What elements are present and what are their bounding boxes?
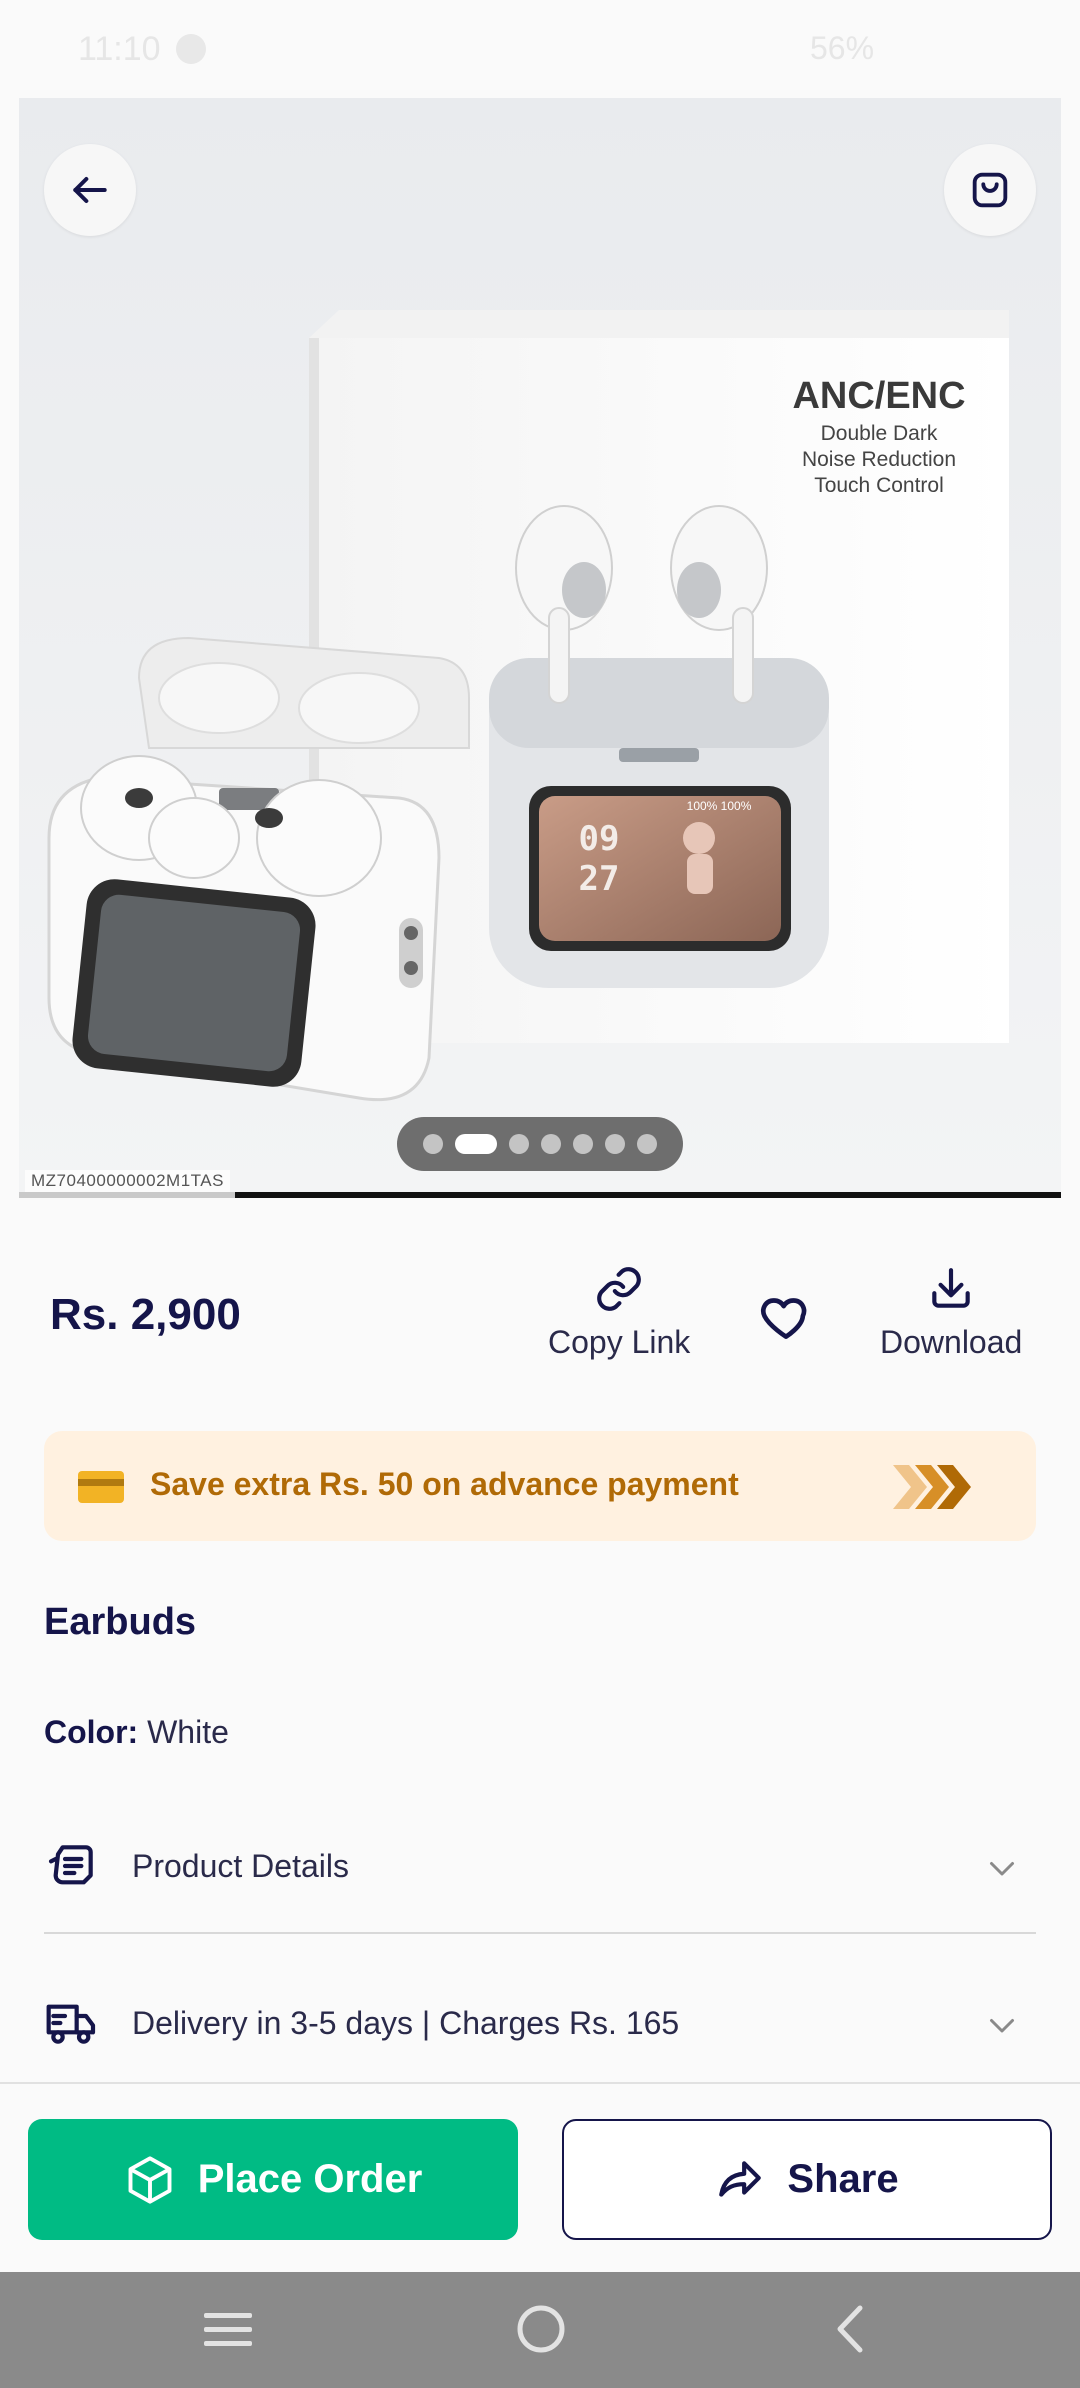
color-info: Color: White: [44, 1714, 229, 1751]
back-button[interactable]: [44, 144, 136, 236]
copy-link-label: Copy Link: [548, 1324, 691, 1360]
carousel-dot[interactable]: [573, 1134, 593, 1154]
advance-payment-text: Save extra Rs. 50 on advance payment: [150, 1466, 739, 1502]
box-line-3: Touch Control: [814, 474, 944, 497]
wishlist-button[interactable]: [758, 1290, 814, 1356]
product-price: Rs. 2,900: [50, 1290, 241, 1339]
link-icon: [597, 1267, 641, 1311]
carousel-dot-active[interactable]: [455, 1134, 497, 1154]
share-button[interactable]: Share: [562, 2119, 1052, 2240]
copy-link-button[interactable]: Copy Link: [548, 1264, 690, 1361]
battery-level: 56%: [810, 30, 875, 66]
delivery-row[interactable]: Delivery in 3-5 days | Charges Rs. 165: [132, 2005, 679, 2042]
card-icon-stripe: [78, 1479, 124, 1486]
color-value: White: [147, 1714, 229, 1750]
product-title: Earbuds: [44, 1601, 197, 1643]
chevron-down-icon[interactable]: [984, 2007, 1020, 2048]
screen-status: 100% 100%: [687, 799, 752, 813]
product-details-row[interactable]: Product Details: [132, 1848, 349, 1885]
heart-icon: [761, 1298, 807, 1339]
image-carousel-indicator[interactable]: [397, 1117, 683, 1171]
carousel-dot[interactable]: [423, 1134, 443, 1154]
card-icon: [78, 1471, 124, 1503]
status-bar: [0, 0, 1080, 98]
color-label: Color:: [44, 1714, 139, 1750]
download-button[interactable]: Download: [880, 1264, 1022, 1361]
carousel-dot[interactable]: [605, 1134, 625, 1154]
bottom-divider: [0, 2082, 1080, 2084]
screen-minute: 27: [579, 859, 620, 899]
download-icon: [932, 1268, 970, 1308]
box-title: ANC/ENC: [792, 375, 965, 417]
section-divider: [44, 1932, 1036, 1934]
product-image[interactable]: ANC/ENC Double Dark Noise Reduction Touc…: [19, 98, 1061, 1198]
box-line-1: Double Dark: [821, 422, 938, 445]
delivery-truck-icon: [44, 1995, 100, 2056]
back-nav-icon[interactable]: [828, 2302, 872, 2361]
recent-apps-icon[interactable]: [200, 2305, 256, 2360]
place-order-label: Place Order: [197, 2157, 423, 2201]
chevron-down-icon[interactable]: [984, 1850, 1020, 1891]
chevrons-right-icon: [893, 1461, 979, 1518]
notification-icon: [176, 34, 206, 64]
screen-hour: 09: [579, 819, 620, 859]
carousel-dot[interactable]: [509, 1134, 529, 1154]
status-time: 11:10: [78, 30, 161, 68]
share-icon: [719, 2160, 762, 2197]
carousel-dot[interactable]: [637, 1134, 657, 1154]
box-line-2: Noise Reduction: [802, 448, 956, 471]
cart-button[interactable]: [944, 144, 1036, 236]
product-details-icon: [44, 1838, 100, 1899]
place-order-button[interactable]: Place Order: [28, 2119, 518, 2240]
sku-label: MZ70400000002M1TAS: [25, 1170, 230, 1192]
image-progress-fill: [19, 1192, 235, 1198]
arrow-left-icon: [73, 176, 107, 204]
shopping-bag-icon: [972, 172, 1008, 208]
box-icon: [128, 2155, 172, 2204]
home-icon[interactable]: [515, 2300, 567, 2363]
download-label: Download: [880, 1324, 1023, 1360]
share-label: Share: [787, 2157, 899, 2201]
carousel-dot[interactable]: [541, 1134, 561, 1154]
